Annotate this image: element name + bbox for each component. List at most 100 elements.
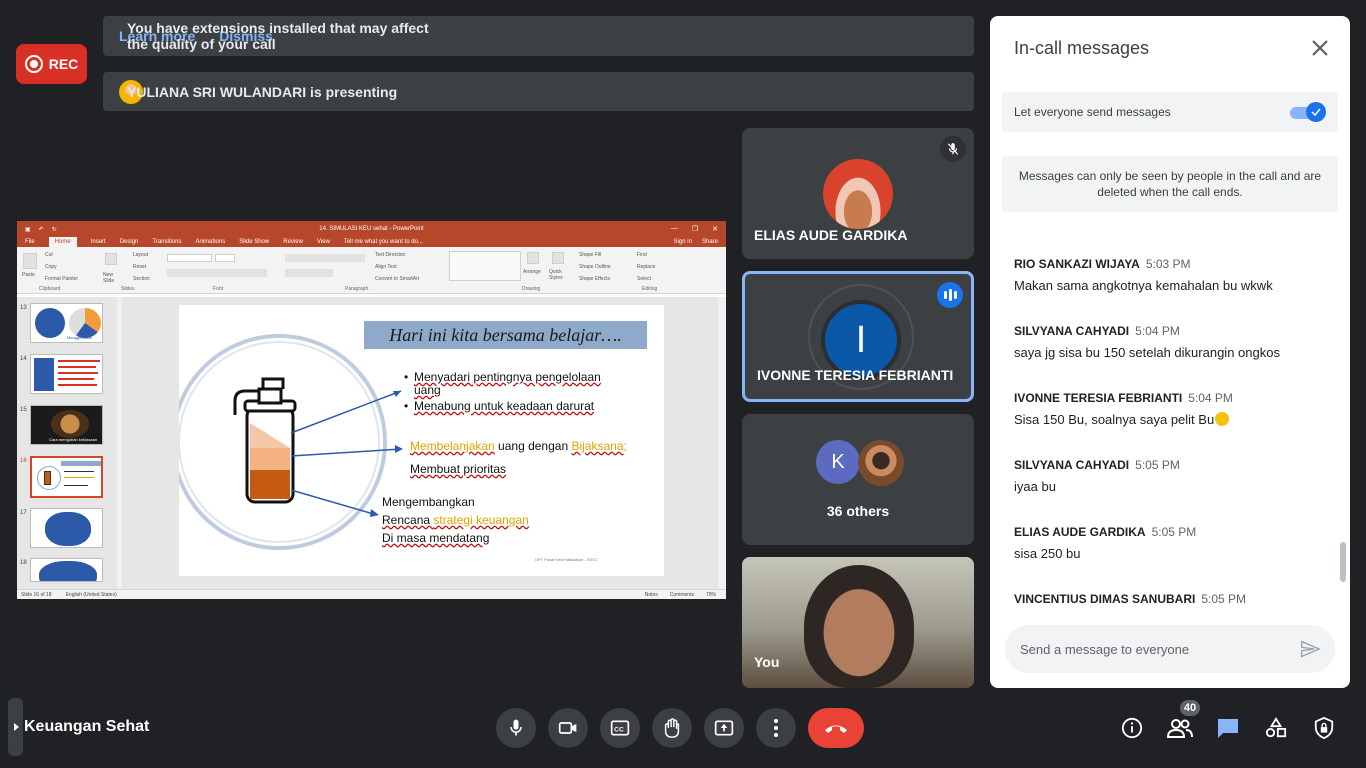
list-buttons xyxy=(285,254,365,262)
ribbon-tab: Review xyxy=(283,239,303,245)
captions-icon: CC xyxy=(610,720,630,736)
powerpoint-titlebar: ▣ ↶ ↻ 14. SIMULASI KEU sehat - PowerPoin… xyxy=(17,221,726,237)
let-everyone-send-row: Let everyone send messages xyxy=(1002,92,1338,132)
message-time: 5:05 PM xyxy=(1135,458,1180,472)
slide-bullet-2: Menabung untuk keadaan darurat xyxy=(414,400,594,413)
section-label: Section xyxy=(133,276,150,282)
ribbon-group-label: Drawing xyxy=(522,286,541,292)
shape-fill-label: Shape Fill xyxy=(579,252,602,258)
raise-hand-icon xyxy=(664,718,680,738)
shield-lock-icon xyxy=(1314,716,1334,740)
panel-title: In-call messages xyxy=(1014,38,1150,58)
camera-button[interactable] xyxy=(548,708,588,748)
host-controls-button[interactable] xyxy=(1308,712,1340,744)
slide-scrollbar xyxy=(718,297,726,589)
thumbnail-number: 18 xyxy=(20,560,27,566)
message-time: 5:05 PM xyxy=(1151,525,1197,539)
microphone-icon xyxy=(510,719,522,736)
slide-line-4: Membuat prioritas xyxy=(410,463,506,476)
slide-bullet-1: Menyadari pentingnya pengelolaan uang xyxy=(414,371,624,397)
quick-styles-icon xyxy=(552,252,564,264)
meeting-details-toggle[interactable] xyxy=(8,698,23,756)
powerpoint-statusbar: Slide 16 of 18 English (United States) N… xyxy=(17,589,726,599)
shared-screen[interactable]: ▣ ↶ ↻ 14. SIMULASI KEU sehat - PowerPoin… xyxy=(17,218,726,599)
messages-scrollbar[interactable] xyxy=(1340,542,1346,582)
message-sender: ELIAS AUDE GARDIKA xyxy=(1014,525,1146,539)
toggle-label: Let everyone send messages xyxy=(1014,105,1171,119)
message-input[interactable] xyxy=(1020,641,1280,657)
more-vert-icon xyxy=(774,719,778,737)
participant-tile-active-speaker[interactable]: I IVONNE TERESIA FEBRIANTI xyxy=(742,271,974,402)
others-tile[interactable]: K 36 others xyxy=(742,414,974,545)
copy-label: Copy xyxy=(45,264,57,270)
chat-message: ELIAS AUDE GARDIKA 5:05 PM sisa 250 bu xyxy=(1014,523,1334,561)
send-icon xyxy=(1301,640,1321,658)
current-slide: Hari ini kita bersama belajar…. • Menyad… xyxy=(179,305,664,576)
record-icon xyxy=(24,55,43,73)
notes-button: Notes xyxy=(644,591,658,598)
message-sender: VINCENTIUS DIMAS SANUBARI xyxy=(1014,592,1196,606)
shape-outline-label: Shape Outline xyxy=(579,264,611,270)
cut-label: Cut xyxy=(45,252,53,258)
message-text: iyaa bu xyxy=(1014,479,1056,494)
slide-line-6: Rencana strategi keuangan xyxy=(382,514,529,527)
people-button[interactable] xyxy=(1164,712,1196,744)
ribbon-group-label: Clipboard xyxy=(39,286,61,292)
thumbnail-caption: Cara mengubah kebiasaan xyxy=(49,437,98,442)
sign-in-link: Sign in xyxy=(673,239,692,245)
restore-icon: ❐ xyxy=(691,226,699,233)
ribbon-tab-active: Home xyxy=(48,237,77,247)
self-view-tile[interactable]: You xyxy=(742,557,974,688)
send-button[interactable] xyxy=(1299,639,1321,664)
message-time: 5:04 PM xyxy=(1135,324,1180,338)
present-now-button[interactable] xyxy=(704,708,744,748)
more-options-button[interactable] xyxy=(756,708,796,748)
chat-button[interactable] xyxy=(1212,712,1244,744)
slide-line-3b: uang dengan xyxy=(494,439,572,453)
minimize-icon: — xyxy=(670,225,678,232)
close-icon xyxy=(1312,40,1328,56)
slide-title: Hari ini kita bersama belajar…. xyxy=(364,321,647,349)
send-messages-toggle[interactable] xyxy=(1290,102,1326,122)
captions-button[interactable]: CC xyxy=(600,708,640,748)
message-time: 5:04 PM xyxy=(1188,391,1233,405)
message-sender: SILVYANA CAHYADI xyxy=(1014,458,1130,472)
raise-hand-button[interactable] xyxy=(652,708,692,748)
find-label: Find xyxy=(637,252,647,258)
slide-line-6a: Rencana xyxy=(382,513,434,527)
participant-tile[interactable]: ELIAS AUDE GARDIKA xyxy=(742,128,974,259)
microphone-button[interactable] xyxy=(496,708,536,748)
mic-off-icon xyxy=(940,136,966,162)
slide-bullet-dot: • xyxy=(404,399,409,413)
format-painter-label: Format Painter xyxy=(45,276,79,282)
leave-call-button[interactable] xyxy=(808,708,864,748)
participant-name: ELIAS AUDE GARDIKA xyxy=(754,227,908,243)
new-slide-icon xyxy=(105,253,117,265)
slide-bullet-dot: • xyxy=(404,370,409,384)
slide-thumbnail xyxy=(30,508,103,548)
message-text: saya jg sisa bu 150 setelah dikurangin o… xyxy=(1014,345,1280,360)
laughing-emoji-icon xyxy=(1215,412,1230,426)
ribbon-tab: View xyxy=(316,239,330,245)
check-icon xyxy=(1306,102,1326,122)
chat-icon xyxy=(1218,719,1238,738)
ribbon: Paste Cut Copy Format Painter New Slide … xyxy=(17,247,726,294)
meeting-details-button[interactable] xyxy=(1116,712,1148,744)
activities-button[interactable] xyxy=(1260,712,1292,744)
ribbon-group-label: Slides xyxy=(121,286,135,292)
others-count: 36 others xyxy=(826,503,890,519)
participant-avatar xyxy=(858,440,904,486)
quick-styles-label: Quick Styles xyxy=(549,269,563,281)
close-panel-button[interactable] xyxy=(1308,36,1332,60)
meeting-name[interactable]: Keuangan Sehat xyxy=(24,718,149,736)
powerpoint-workspace: 13 Menggelolaan 14 15 Cara mengubah kebi… xyxy=(17,297,726,589)
ribbon-tab: Design xyxy=(119,239,139,245)
presenting-banner: YULIANA SRI WULANDARI is presenting xyxy=(103,72,974,111)
recording-badge[interactable]: REC xyxy=(16,44,87,84)
arrange-icon xyxy=(527,252,539,264)
share-link: Share xyxy=(701,239,718,245)
ribbon-tabs: File Home Insert Design Transitions Anim… xyxy=(17,237,726,247)
tell-me-box: Tell me what you want to do... xyxy=(343,239,423,245)
slide-line-3d: ; xyxy=(623,439,627,453)
speaking-indicator-icon xyxy=(937,282,963,308)
